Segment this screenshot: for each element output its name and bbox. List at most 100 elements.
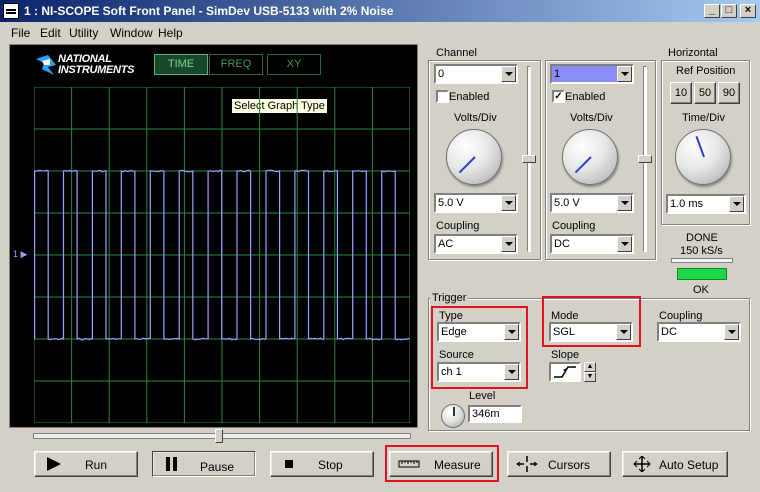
knob-pointer-icon — [458, 156, 476, 174]
chevron-down-icon[interactable] — [501, 195, 516, 211]
channel-1-enabled-checkbox[interactable]: ✓ — [552, 90, 565, 103]
time-div-knob[interactable] — [675, 129, 731, 185]
channel-1-volts-select[interactable]: 5.0 V — [550, 193, 634, 213]
horizontal-position-slider[interactable] — [33, 429, 411, 443]
tab-xy[interactable]: XY — [267, 54, 321, 75]
eagle-logo-icon — [36, 55, 56, 75]
menu-edit[interactable]: Edit — [40, 26, 61, 40]
chevron-down-icon[interactable] — [504, 324, 519, 340]
channel-0-offset-thumb[interactable] — [522, 155, 536, 163]
channel-1-coupling-label: Coupling — [552, 220, 596, 232]
channel-1-enabled-label: Enabled — [565, 91, 606, 103]
app-icon[interactable] — [3, 3, 19, 19]
ni-logo-text: NATIONAL INSTRUMENTS — [58, 53, 135, 76]
trigger-group-title: Trigger — [430, 292, 469, 304]
channel-0-volts-select[interactable]: 5.0 V — [434, 193, 518, 213]
chevron-down-icon[interactable] — [504, 364, 519, 380]
ref-position-10-button[interactable]: 10 — [670, 82, 692, 104]
trigger-slope-spinner[interactable]: ▲ ▼ — [584, 362, 596, 382]
channel-0-coupling-select[interactable]: AC — [434, 234, 518, 254]
trigger-level-field[interactable]: 346m — [468, 405, 522, 423]
trigger-mode-select[interactable]: SGL — [549, 322, 633, 342]
channel-0-enabled-checkbox[interactable] — [436, 90, 449, 103]
tab-freq[interactable]: FREQ — [209, 54, 263, 75]
ref-position-90-button[interactable]: 90 — [718, 82, 740, 104]
waveform-plot[interactable] — [34, 87, 410, 423]
trigger-source-select[interactable]: ch 1 — [437, 362, 521, 382]
channel-0-volts-label: Volts/Div — [454, 112, 497, 124]
horizontal-position-thumb[interactable] — [215, 429, 223, 443]
ni-logo: NATIONAL INSTRUMENTS — [36, 53, 146, 77]
acquisition-state: DONE — [686, 232, 718, 244]
menu-file[interactable]: File — [11, 26, 30, 40]
menu-bar: File Edit Utility Window Help — [0, 23, 760, 43]
move-arrows-icon — [633, 456, 651, 472]
trigger-coupling-label: Coupling — [659, 310, 703, 322]
auto-setup-button[interactable]: Auto Setup — [622, 451, 728, 477]
chevron-down-icon[interactable] — [616, 324, 631, 340]
channel-marker[interactable]: 1 ▶ — [13, 249, 27, 260]
chevron-down-icon[interactable] — [617, 195, 632, 211]
stop-icon — [285, 460, 293, 468]
menu-window[interactable]: Window — [110, 26, 153, 40]
status-led — [677, 268, 727, 280]
trigger-type-label: Type — [439, 310, 463, 322]
trigger-type-select[interactable]: Edge — [437, 322, 521, 342]
minimize-button[interactable]: _ — [704, 4, 720, 18]
trigger-level-knob[interactable] — [441, 404, 465, 428]
play-icon — [47, 457, 61, 471]
ref-position-50-button[interactable]: 50 — [694, 82, 716, 104]
time-div-label: Time/Div — [682, 112, 725, 124]
close-button[interactable]: × — [740, 4, 756, 18]
tab-time[interactable]: TIME — [154, 54, 208, 75]
spin-down-icon[interactable]: ▼ — [584, 372, 596, 382]
maximize-button[interactable]: □ — [721, 4, 737, 18]
knob-pointer-icon — [695, 135, 705, 158]
chevron-down-icon[interactable] — [501, 66, 516, 82]
horizontal-group-title: Horizontal — [666, 47, 720, 59]
menu-help[interactable]: Help — [158, 26, 183, 40]
pause-icon — [166, 457, 177, 471]
graph-panel: NATIONAL INSTRUMENTS TIME FREQ XY Select… — [9, 44, 418, 428]
chevron-down-icon[interactable] — [724, 324, 739, 340]
channel-1-offset-thumb[interactable] — [638, 155, 652, 163]
chevron-down-icon[interactable] — [617, 236, 632, 252]
channel-0-enabled-label: Enabled — [449, 91, 490, 103]
pause-button[interactable]: Pause — [152, 451, 256, 477]
window-title: 1 : NI-SCOPE Soft Front Panel - SimDev U… — [24, 4, 394, 18]
cursors-button[interactable]: Cursors — [507, 451, 611, 477]
channel-1-select[interactable]: 1 — [550, 64, 634, 84]
chevron-down-icon[interactable] — [617, 66, 632, 82]
knob-pointer-icon — [574, 156, 592, 174]
channel-group-title: Channel — [434, 47, 479, 59]
trigger-slope-label: Slope — [551, 349, 580, 361]
trigger-level-label: Level — [469, 390, 496, 402]
trigger-mode-label: Mode — [551, 310, 579, 322]
channel-1-volts-knob[interactable] — [562, 129, 618, 185]
trigger-slope-select[interactable] — [549, 362, 581, 382]
title-bar: 1 : NI-SCOPE Soft Front Panel - SimDev U… — [0, 0, 760, 22]
stop-button[interactable]: Stop — [270, 451, 374, 477]
time-div-select[interactable]: 1.0 ms — [666, 194, 746, 214]
channel-1-coupling-select[interactable]: DC — [550, 234, 634, 254]
channel-0-select[interactable]: 0 — [434, 64, 518, 84]
spin-up-icon[interactable]: ▲ — [584, 362, 596, 372]
acquisition-progress — [671, 258, 733, 263]
channel-0-volts-knob[interactable] — [446, 129, 502, 185]
channel-1-volts-label: Volts/Div — [570, 112, 613, 124]
ref-position-label: Ref Position — [676, 65, 736, 77]
chevron-down-icon[interactable] — [501, 236, 516, 252]
chevron-down-icon[interactable] — [729, 196, 744, 212]
run-button[interactable]: Run — [34, 451, 138, 477]
status-ok: OK — [693, 284, 709, 296]
ruler-icon — [398, 460, 420, 468]
trigger-coupling-select[interactable]: DC — [657, 322, 741, 342]
sample-rate: 150 kS/s — [680, 245, 723, 257]
knob-pointer-icon — [453, 407, 455, 416]
rising-edge-icon — [554, 366, 576, 378]
trigger-source-label: Source — [439, 349, 474, 361]
menu-utility[interactable]: Utility — [69, 26, 98, 40]
measure-button[interactable]: Measure — [389, 451, 493, 477]
channel-0-coupling-label: Coupling — [436, 220, 480, 232]
crosshair-icon — [516, 456, 538, 472]
